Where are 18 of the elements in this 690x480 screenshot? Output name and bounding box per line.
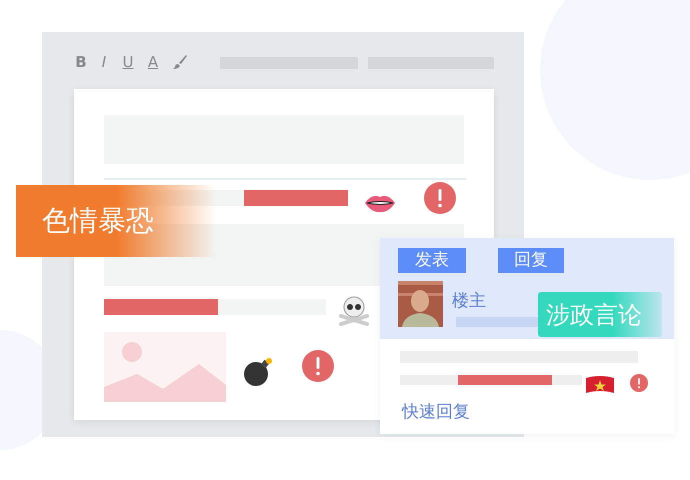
- lips-icon: [364, 193, 396, 213]
- format-button[interactable]: A: [146, 52, 160, 72]
- alert-icon: [302, 350, 334, 382]
- format-button[interactable]: I: [97, 52, 111, 72]
- brush-icon[interactable]: [172, 54, 188, 70]
- post-tab[interactable]: 发表: [398, 248, 466, 273]
- author-name: 楼主: [452, 290, 486, 313]
- alert-icon: [424, 182, 456, 214]
- format-button[interactable]: U: [121, 52, 135, 72]
- quick-reply-link[interactable]: 快速回复: [402, 400, 470, 426]
- bomb-icon: [242, 355, 274, 387]
- format-button[interactable]: B: [74, 52, 88, 72]
- category-label: 色情暴恐: [16, 185, 216, 257]
- skull-icon: [338, 294, 370, 326]
- category-label: 涉政言论: [538, 292, 662, 337]
- flag-icon: [586, 375, 614, 395]
- post-tab[interactable]: 回复: [498, 248, 564, 273]
- alert-icon: [630, 374, 648, 392]
